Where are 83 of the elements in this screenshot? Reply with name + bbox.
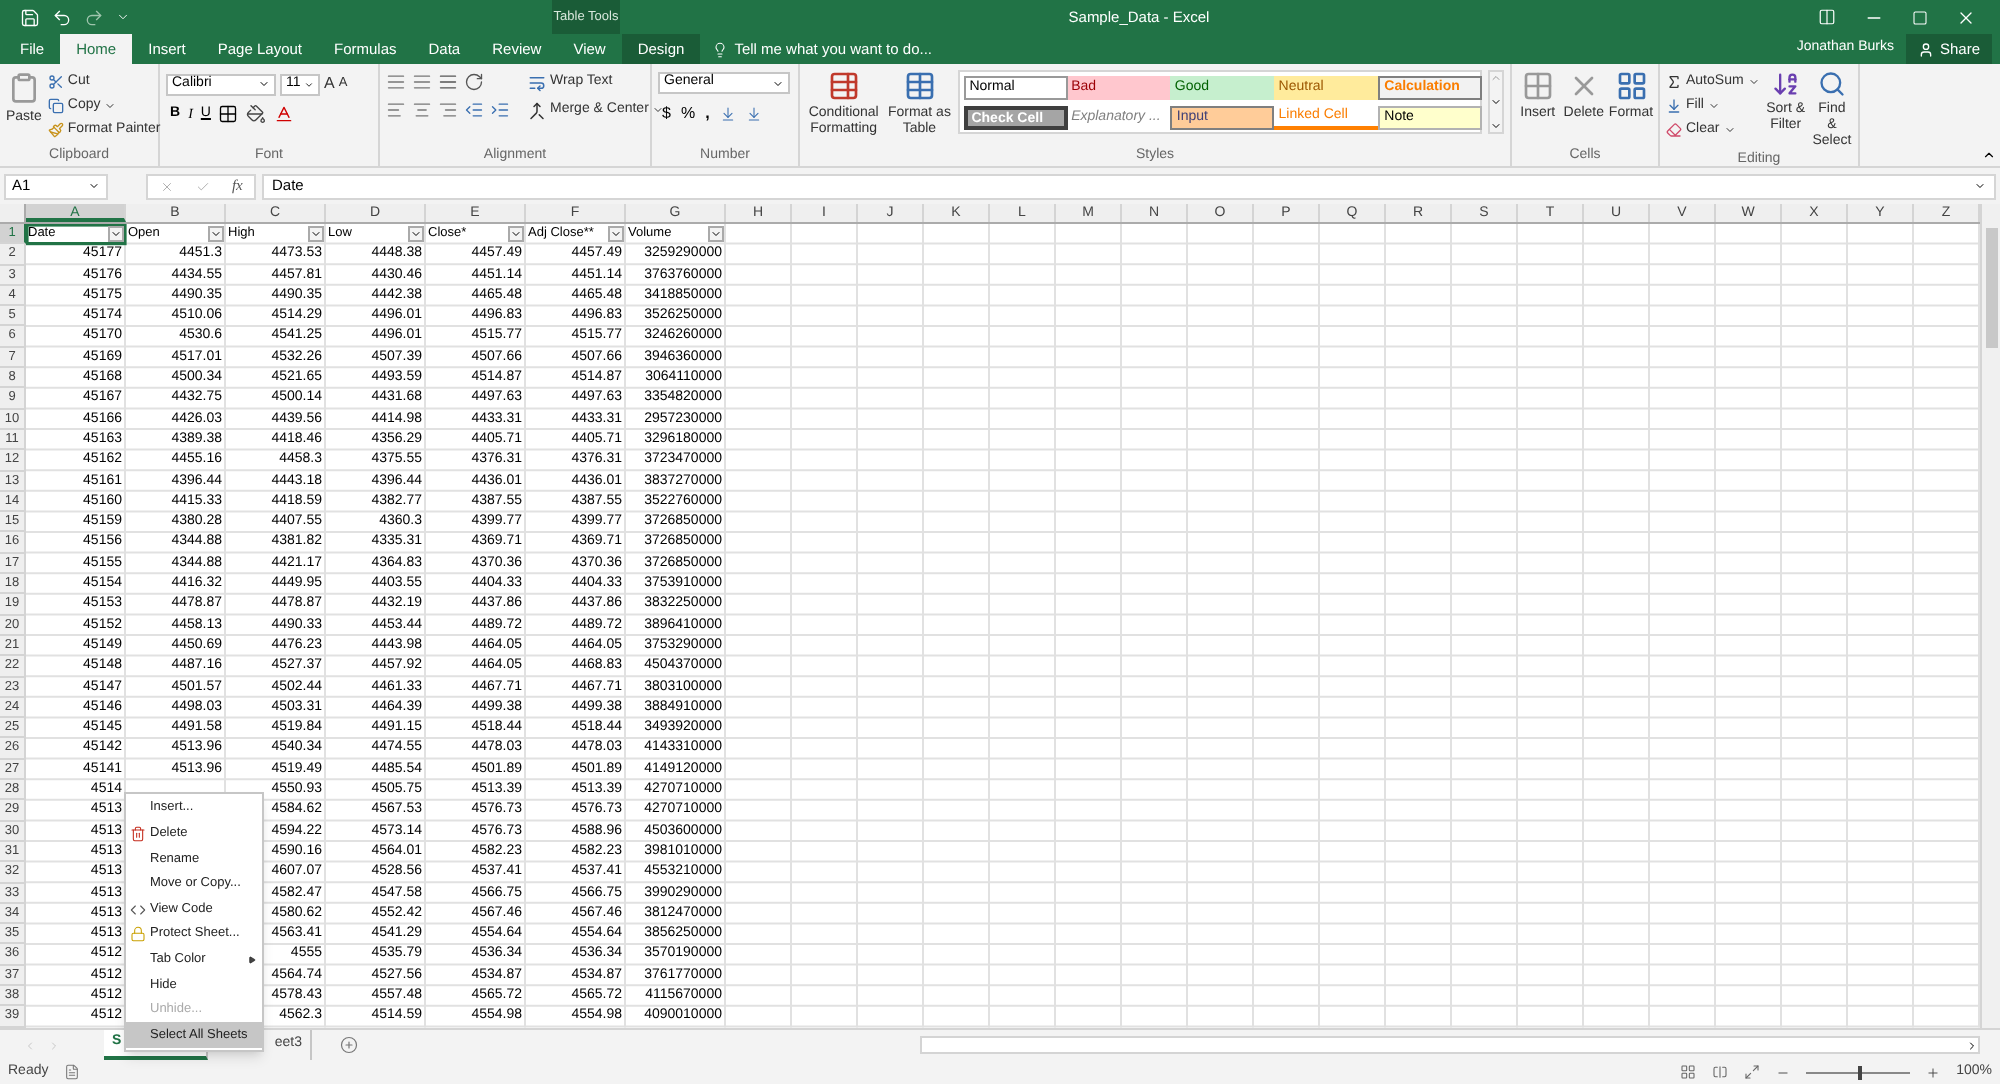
more-styles-icon[interactable] [1490,120,1502,132]
vertical-scrollbar[interactable] [1980,204,2000,1028]
scissors-icon [47,74,64,90]
increase-decimal-icon[interactable] [719,106,736,122]
submenu-arrow-icon [248,955,256,964]
decrease-decimal-icon[interactable] [745,106,762,122]
filter-button[interactable] [708,226,724,243]
paintbrush-icon [47,122,64,138]
search-icon [1817,70,1846,98]
comma-button[interactable]: , [705,102,710,126]
align-middle-icon[interactable] [412,72,432,92]
filter-button[interactable] [508,226,524,243]
undo-icon[interactable] [52,7,72,27]
fill-icon [1666,98,1682,114]
scroll-right-icon[interactable] [1966,1039,1978,1051]
font-color-icon[interactable] [274,104,295,125]
caret-icon [104,100,117,112]
page-layout-icon[interactable] [1712,1064,1729,1080]
code-icon [130,901,146,918]
zoom-slider[interactable] [1806,1064,1911,1080]
table-icon [827,70,860,102]
orientation-icon[interactable] [464,72,484,92]
table-icon [903,70,936,102]
add-sheet-icon[interactable] [340,1036,358,1054]
close-icon[interactable] [1956,7,1976,27]
macro-icon [64,1064,81,1080]
lightbulb-icon[interactable] [712,41,729,57]
align-left-icon[interactable] [386,100,406,120]
caret-icon [710,228,722,241]
caret-icon [304,79,314,89]
maximize-icon[interactable] [1912,9,1928,25]
expand-icon [1974,180,1986,192]
caret-icon [410,228,422,241]
filter-button[interactable] [208,226,224,243]
align-center-icon[interactable] [412,100,432,120]
horizontal-scrollbar[interactable] [920,1036,1980,1054]
customize-icon[interactable] [116,10,130,24]
sigma-icon [1666,74,1682,90]
caret-icon [1747,76,1760,88]
wrap-icon [528,73,546,91]
caret-icon [210,228,222,241]
zoom-in-icon[interactable] [1926,1065,1941,1079]
filter-button[interactable] [308,226,324,243]
filter-button[interactable] [608,226,624,243]
merge-icon [528,101,546,119]
caret-icon [110,228,122,241]
eraser-icon [1666,122,1682,138]
collapse-ribbon-icon[interactable] [1982,148,1996,162]
decrease-indent-icon[interactable] [464,100,484,120]
filter-button[interactable] [408,226,424,243]
align-top-icon[interactable] [386,72,406,92]
caret-icon [772,77,784,89]
copy-icon [47,98,64,114]
borders-icon[interactable] [218,104,239,125]
caret-icon [610,228,622,241]
cancel-icon[interactable] [159,179,174,193]
page-break-icon[interactable] [1744,1064,1761,1080]
percent-button[interactable]: % [680,102,696,126]
align-right-icon[interactable] [438,100,458,120]
filter-button[interactable] [108,226,124,243]
fill-color-icon[interactable] [246,104,267,125]
normal-view-icon[interactable] [1680,1064,1697,1080]
caret-icon [88,180,100,192]
align-bottom-icon[interactable] [438,72,458,92]
ribbon-display-icon[interactable] [1818,8,1836,26]
insert-cells-icon [1521,70,1554,102]
caret-icon [510,228,522,241]
grow-font-button[interactable]: A [324,72,335,96]
delete-icon [130,825,146,842]
save-icon[interactable] [20,7,40,27]
caret-icon [310,228,322,241]
format-cells-icon [1615,70,1647,102]
redo-icon[interactable] [84,7,104,27]
currency-button[interactable]: $ [662,102,671,126]
lock-icon [130,926,146,943]
selection-border [25,224,127,246]
clipboard-icon [7,70,40,106]
caret-icon [258,78,270,90]
person-icon [1917,41,1934,57]
caret-icon [652,104,665,116]
increase-indent-icon[interactable] [490,100,510,120]
sort-icon [1771,70,1800,98]
scroll-down-icon[interactable] [1490,96,1502,108]
